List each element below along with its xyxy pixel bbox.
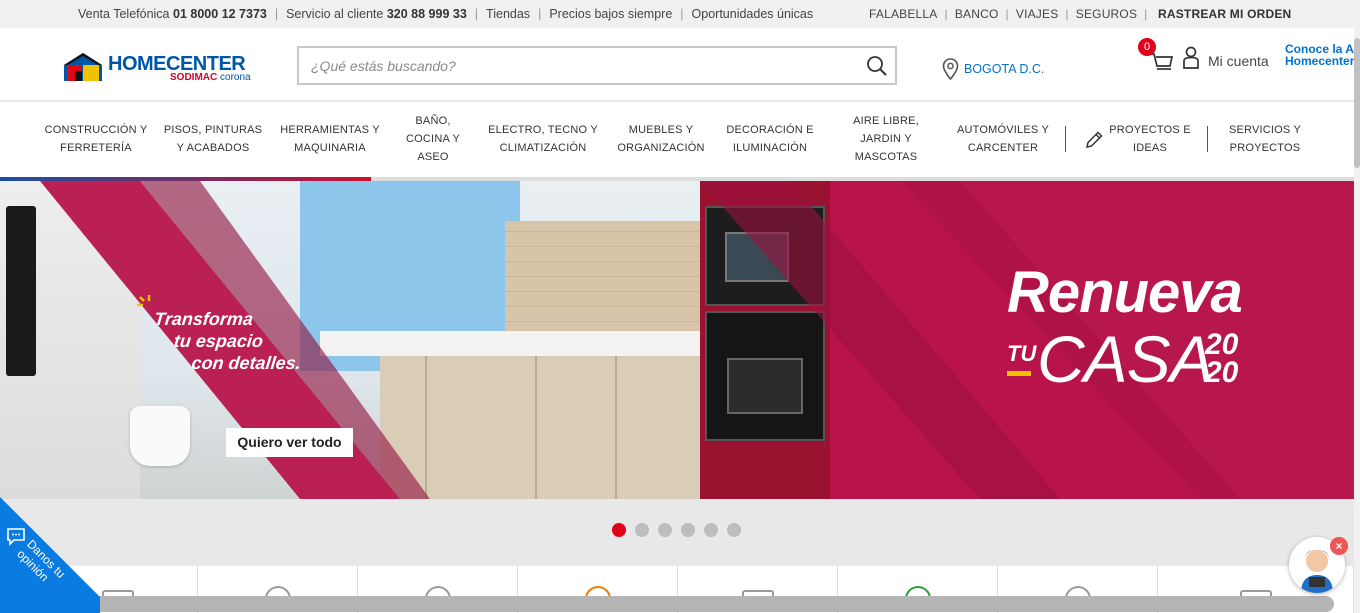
nav-item-servicios[interactable]: SERVICIOS Y PROYECTOS <box>1222 121 1308 157</box>
nav-divider <box>1065 126 1066 152</box>
tiendas-link[interactable]: Tiendas <box>486 7 530 21</box>
divider: | <box>1005 7 1009 21</box>
homecenter-logo[interactable]: HOMECENTER SODIMAC corona <box>62 51 262 85</box>
banner-headline-tu: TU <box>1007 341 1037 366</box>
banner-headline-casa: CASA <box>1037 322 1214 396</box>
account-button[interactable]: Mi cuenta <box>1182 46 1269 70</box>
banco-link[interactable]: BANCO <box>955 7 999 21</box>
top-utility-bar: Venta Telefónica 01 8000 12 7373 | Servi… <box>0 0 1360 28</box>
nav-divider <box>1207 126 1208 152</box>
pencil-icon <box>1086 131 1103 148</box>
sparkle-icon <box>137 295 151 307</box>
banner-tagline: Transforma tu espacio con detalles. <box>153 309 302 373</box>
carousel-dot-6[interactable] <box>727 523 741 537</box>
user-icon <box>1183 46 1199 69</box>
feedback-tab[interactable]: Danos tu opinión <box>0 497 100 613</box>
category-nav: CONSTRUCCIÓN Y FERRETERÍA PISOS, PINTURAS… <box>0 102 1354 177</box>
search-icon[interactable] <box>866 55 888 77</box>
divider: | <box>1065 7 1069 21</box>
location-selector[interactable]: BOGOTA D.C. <box>942 58 1044 80</box>
precios-link[interactable]: Precios bajos siempre <box>549 7 672 21</box>
oportunidades-link[interactable]: Oportunidades únicas <box>692 7 814 21</box>
servicio-cliente[interactable]: Servicio al cliente 320 88 999 33 <box>286 7 467 21</box>
carousel-dot-5[interactable] <box>704 523 718 537</box>
carousel-dot-4[interactable] <box>681 523 695 537</box>
search-input[interactable] <box>311 48 851 83</box>
seguros-link[interactable]: SEGUROS <box>1076 7 1137 21</box>
nav-item-pisos[interactable]: PISOS, PINTURAS Y ACABADOS <box>160 121 266 157</box>
nav-item-aire-libre[interactable]: AIRE LIBRE, JARDIN Y MASCOTAS <box>846 112 926 166</box>
venta-telefonica[interactable]: Venta Telefónica 01 8000 12 7373 <box>78 7 267 21</box>
banner-headline: Renueva <box>1007 260 1243 325</box>
divider: | <box>680 7 684 21</box>
carousel-dot-1[interactable] <box>612 523 626 537</box>
top-bar-right: FALABELLA | BANCO | VIAJES | SEGUROS | <box>869 7 1155 21</box>
hero-banner[interactable]: Transforma tu espacio con detalles. Quie… <box>0 181 1354 499</box>
banner-yellow-accent <box>1007 371 1031 376</box>
location-label: BOGOTA D.C. <box>964 62 1045 76</box>
divider: | <box>538 7 542 21</box>
cart-count-badge: 0 <box>1138 38 1156 56</box>
nav-item-electro[interactable]: ELECTRO, TECNO Y CLIMATIZACIÓN <box>484 121 602 157</box>
location-pin-icon <box>942 58 959 80</box>
vertical-scrollbar[interactable] <box>1354 28 1360 613</box>
cart-button[interactable]: 0 <box>1138 38 1174 74</box>
banner-year: 20 20 <box>1205 328 1239 389</box>
chat-bubble-icon <box>7 528 25 546</box>
house-logo-icon <box>64 53 102 81</box>
viajes-link[interactable]: VIAJES <box>1016 7 1059 21</box>
assistant-close-button[interactable]: × <box>1330 537 1348 555</box>
divider: | <box>274 7 279 21</box>
nav-item-muebles[interactable]: MUEBLES Y ORGANIZACIÓN <box>614 121 708 157</box>
search-box <box>297 46 897 85</box>
horizontal-scrollbar[interactable] <box>4 596 1334 612</box>
nav-item-construccion[interactable]: CONSTRUCCIÓN Y FERRETERÍA <box>42 121 150 157</box>
nav-item-decoracion[interactable]: DECORACIÓN E ILUMINACIÓN <box>722 121 818 157</box>
carousel-dot-2[interactable] <box>635 523 649 537</box>
account-label: Mi cuenta <box>1208 53 1269 69</box>
conoce-app-link[interactable]: Conoce la A Homecenter <box>1285 43 1354 67</box>
rastrear-orden-link[interactable]: RASTREAR MI ORDEN <box>1158 7 1291 21</box>
divider: | <box>474 7 479 21</box>
divider: | <box>944 7 948 21</box>
carousel-dots <box>612 523 750 537</box>
top-bar-left: Venta Telefónica 01 8000 12 7373 | Servi… <box>78 7 813 21</box>
nav-item-bano[interactable]: BAÑO, COCINA Y ASEO <box>398 112 468 166</box>
falabella-link[interactable]: FALABELLA <box>869 7 938 21</box>
main-header: HOMECENTER SODIMAC corona BOGOTA D.C. 0 … <box>0 28 1354 100</box>
nav-item-herramientas[interactable]: HERRAMIENTAS Y MAQUINARIA <box>276 121 384 157</box>
scrollbar-thumb[interactable] <box>1354 38 1360 168</box>
nav-item-automoviles[interactable]: AUTOMÓVILES Y CARCENTER <box>952 121 1054 157</box>
divider: | <box>1144 7 1148 21</box>
brand-subtitle: SODIMAC corona <box>170 72 251 83</box>
carousel-dot-3[interactable] <box>658 523 672 537</box>
nav-item-proyectos-ideas[interactable]: PROYECTOS E IDEAS <box>1106 121 1194 157</box>
quiero-ver-todo-button[interactable]: Quiero ver todo <box>226 428 353 457</box>
